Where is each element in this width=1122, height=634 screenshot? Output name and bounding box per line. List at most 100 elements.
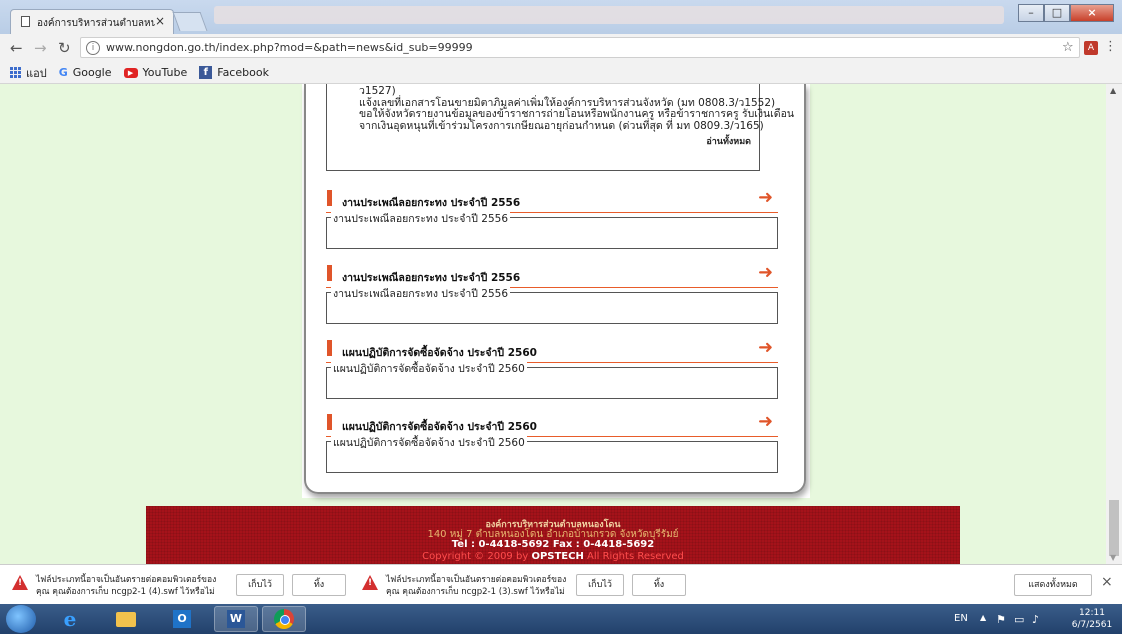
download-warning-line: ไฟล์ประเภทนี้อาจเป็นอันตรายต่อคอมพิวเตอร… xyxy=(386,575,567,585)
url-text[interactable]: www.nongdon.go.th/index.php?mod=&path=ne… xyxy=(106,41,473,54)
forward-icon[interactable]: → xyxy=(34,39,47,57)
bookmark-label: YouTube xyxy=(142,66,188,79)
taskbar-explorer[interactable] xyxy=(104,606,148,632)
reload-icon[interactable]: ↻ xyxy=(58,39,71,57)
section-box: แผนปฏิบัติการจัดซื้อจัดจ้าง ประจำปี 2560 xyxy=(326,360,778,399)
keep-button[interactable]: เก็บไว้ xyxy=(236,574,284,596)
section-marker xyxy=(327,265,332,281)
more-arrow-icon[interactable]: ➜ xyxy=(758,262,773,283)
start-button[interactable] xyxy=(6,605,36,633)
download-warning-line: ไฟล์ประเภทนี้อาจเป็นอันตรายต่อคอมพิวเตอร… xyxy=(36,575,217,585)
download-warning-line: คุณ คุณต้องการเก็บ ncgp2-1 (4).swf ไว้หร… xyxy=(36,587,215,597)
more-arrow-icon[interactable]: ➜ xyxy=(758,187,773,208)
footer-copyright: Copyright © 2009 by OPSTECH All Rights R… xyxy=(146,551,960,562)
section-legend: งานประเพณีลอยกระทง ประจำปี 2556 xyxy=(331,285,511,302)
scroll-up-icon[interactable]: ▲ xyxy=(1110,86,1116,95)
download-item: ไฟล์ประเภทนี้อาจเป็นอันตรายต่อคอมพิวเตอร… xyxy=(12,572,352,598)
section-title[interactable]: งานประเพณีลอยกระทง ประจำปี 2556 xyxy=(342,194,520,211)
clock-date: 6/7/2561 xyxy=(1071,620,1113,630)
section-marker xyxy=(327,190,332,206)
download-warning-line: คุณ คุณต้องการเก็บ ncgp2-1 (3).swf ไว้หร… xyxy=(386,587,565,597)
address-bar[interactable]: i www.nongdon.go.th/index.php?mod=&path=… xyxy=(80,37,1080,58)
section-legend: งานประเพณีลอยกระทง ประจำปี 2556 xyxy=(331,210,511,227)
tab-close-button[interactable]: × xyxy=(155,14,165,28)
close-download-bar-icon[interactable]: × xyxy=(1101,574,1113,590)
download-warning-text: ไฟล์ประเภทนี้อาจเป็นอันตรายต่อคอมพิวเตอร… xyxy=(386,574,566,598)
more-arrow-icon[interactable]: ➜ xyxy=(758,337,773,358)
bookmark-google[interactable]: G Google xyxy=(59,66,112,79)
browser-tab[interactable]: องค์การบริหารส่วนตำบลหนอ × xyxy=(10,9,174,34)
outlook-icon: O xyxy=(173,610,191,628)
maximize-button[interactable]: □ xyxy=(1044,4,1070,22)
news-item[interactable]: ขอให้จังหวัดรายงานข้อมูลของข้าราชการถ่าย… xyxy=(359,108,794,121)
download-warning-text: ไฟล์ประเภทนี้อาจเป็นอันตรายต่อคอมพิวเตอร… xyxy=(36,574,216,598)
footer-phone: Tel : 0-4418-5692 Fax : 0-4418-5692 xyxy=(451,539,655,550)
keep-button[interactable]: เก็บไว้ xyxy=(576,574,624,596)
bookmark-label: Google xyxy=(72,66,112,79)
section-title[interactable]: แผนปฏิบัติการจัดซื้อจัดจ้าง ประจำปี 2560 xyxy=(342,344,537,361)
news-item[interactable]: ว1527) xyxy=(359,85,794,98)
read-all-link[interactable]: อ่านทั้งหมด xyxy=(706,134,751,148)
bookmark-label: Facebook xyxy=(217,66,269,79)
bookmark-apps[interactable]: แอป xyxy=(10,64,47,82)
warning-icon xyxy=(12,575,28,590)
info-icon[interactable]: i xyxy=(86,41,100,55)
discard-button[interactable]: ทิ้ง xyxy=(632,574,686,596)
show-all-downloads-button[interactable]: แสดงทั้งหมด xyxy=(1014,574,1092,596)
news-item[interactable]: จากเงินอุดหนุนที่เข้าร่วมโครงการเกษียณอา… xyxy=(359,120,794,133)
titlebar-background xyxy=(214,6,1004,24)
section-legend: แผนปฏิบัติการจัดซื้อจัดจ้าง ประจำปี 2560 xyxy=(331,434,527,451)
bookmark-youtube[interactable]: ▶ YouTube xyxy=(123,66,188,79)
folder-icon xyxy=(116,611,136,627)
network-icon[interactable]: ▭ xyxy=(1014,613,1024,626)
apps-icon xyxy=(10,67,21,78)
bookmark-star-icon[interactable]: ☆ xyxy=(1062,40,1074,55)
copyright-prefix: Copyright © 2009 by xyxy=(422,551,529,562)
youtube-icon: ▶ xyxy=(123,67,138,78)
bookmark-facebook[interactable]: f Facebook xyxy=(199,66,269,79)
action-center-icon[interactable]: ⚑ xyxy=(996,613,1006,626)
volume-icon[interactable]: ♪ xyxy=(1032,613,1039,626)
browser-titlebar: องค์การบริหารส่วนตำบลหนอ × – □ × xyxy=(0,0,1122,34)
copyright-company: OPSTECH xyxy=(531,551,584,562)
chrome-icon xyxy=(274,609,294,629)
word-icon: W xyxy=(227,610,245,628)
section-title[interactable]: แผนปฏิบัติการจัดซื้อจัดจ้าง ประจำปี 2560 xyxy=(342,418,537,435)
pdf-extension-icon[interactable]: A xyxy=(1084,41,1098,55)
facebook-icon: f xyxy=(199,66,213,79)
taskbar-clock[interactable]: 12:11 6/7/2561 xyxy=(1068,607,1116,631)
page-scrollbar[interactable]: ▲ ▼ xyxy=(1106,84,1122,564)
back-icon[interactable]: ← xyxy=(10,39,23,57)
page-icon xyxy=(21,16,30,27)
discard-button[interactable]: ทิ้ง xyxy=(292,574,346,596)
windows-taskbar: e O W EN ▲ ⚑ ▭ ♪ 12:11 6/7/2561 xyxy=(0,604,1122,634)
taskbar-word[interactable]: W xyxy=(214,606,258,632)
bookmarks-bar: แอป G Google ▶ YouTube f Facebook xyxy=(0,62,1122,84)
taskbar-ie[interactable]: e xyxy=(48,606,92,632)
news-list: ว1527) แจ้งเลขที่เอกสารโอนขายมิตาภิมูลค่… xyxy=(359,85,794,133)
browser-menu-icon[interactable]: ⋮ xyxy=(1104,39,1117,54)
page-viewport: ว1527) แจ้งเลขที่เอกสารโอนขายมิตาภิมูลค่… xyxy=(0,84,1106,564)
news-list-box: ว1527) แจ้งเลขที่เอกสารโอนขายมิตาภิมูลค่… xyxy=(326,84,794,171)
warning-icon xyxy=(362,575,378,590)
window-close-button[interactable]: × xyxy=(1070,4,1114,22)
google-icon: G xyxy=(58,66,68,79)
copyright-suffix: All Rights Reserved xyxy=(587,551,684,562)
section-marker xyxy=(327,414,332,430)
section-box: งานประเพณีลอยกระทง ประจำปี 2556 xyxy=(326,285,778,324)
section-legend: แผนปฏิบัติการจัดซื้อจัดจ้าง ประจำปี 2560 xyxy=(331,360,527,377)
taskbar-chrome[interactable] xyxy=(262,606,306,632)
new-tab-button[interactable] xyxy=(172,12,208,31)
download-bar: ไฟล์ประเภทนี้อาจเป็นอันตรายต่อคอมพิวเตอร… xyxy=(0,564,1122,605)
minimize-button[interactable]: – xyxy=(1018,4,1044,22)
tab-title: องค์การบริหารส่วนตำบลหนอ xyxy=(37,18,155,29)
section-marker xyxy=(327,340,332,356)
taskbar-outlook[interactable]: O xyxy=(160,606,204,632)
more-arrow-icon[interactable]: ➜ xyxy=(758,411,773,432)
section-title[interactable]: งานประเพณีลอยกระทง ประจำปี 2556 xyxy=(342,269,520,286)
scroll-thumb[interactable] xyxy=(1109,500,1119,556)
scroll-down-icon[interactable]: ▼ xyxy=(1110,553,1116,562)
language-indicator[interactable]: EN xyxy=(954,613,968,624)
show-hidden-icons-icon[interactable]: ▲ xyxy=(980,613,986,622)
browser-toolbar: ← → ↻ i www.nongdon.go.th/index.php?mod=… xyxy=(0,34,1122,63)
